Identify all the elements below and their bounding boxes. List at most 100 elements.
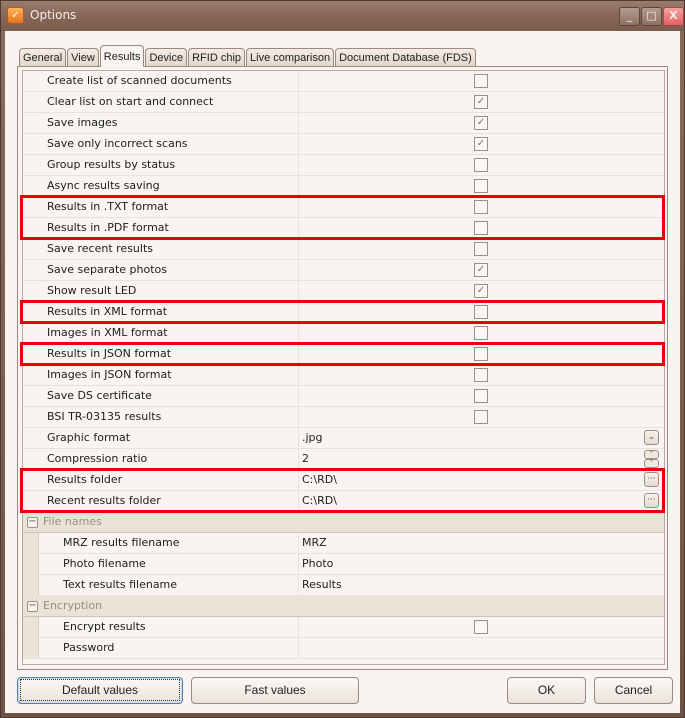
- spin-up-icon[interactable]: ˄: [644, 450, 659, 459]
- property-value-cell[interactable]: [299, 617, 664, 637]
- category-file-names[interactable]: − File names: [23, 512, 664, 533]
- browse-ellipsis-icon[interactable]: ···: [644, 472, 659, 487]
- checkbox[interactable]: [474, 242, 488, 256]
- row-gutter: [23, 617, 39, 637]
- title-bar[interactable]: ✓ Options _ □ X: [1, 1, 684, 31]
- property-row-async-results-saving[interactable]: Async results saving: [23, 176, 664, 197]
- property-row-save-recent-results[interactable]: Save recent results: [23, 239, 664, 260]
- checkbox[interactable]: [474, 179, 488, 193]
- browse-ellipsis-icon[interactable]: ···: [644, 493, 659, 508]
- checkbox[interactable]: [474, 221, 488, 235]
- close-button[interactable]: X: [663, 7, 684, 26]
- property-value-cell[interactable]: 2 ˄ ˅: [299, 449, 664, 469]
- collapse-icon[interactable]: −: [27, 516, 38, 528]
- property-value-cell[interactable]: ✓: [299, 260, 664, 280]
- property-row-password[interactable]: Password: [23, 638, 664, 659]
- tab-general[interactable]: General: [19, 48, 67, 67]
- property-value-cell[interactable]: C:\RD\ ···: [299, 491, 664, 511]
- row-gutter: [23, 239, 31, 259]
- checkbox[interactable]: [474, 389, 488, 403]
- property-row-text-results-filename[interactable]: Text results filename Results: [23, 575, 664, 596]
- tab-rfid-chip[interactable]: RFID chip: [188, 48, 246, 67]
- property-row-recent-results-folder[interactable]: Recent results folder C:\RD\ ···: [23, 491, 664, 512]
- checkbox[interactable]: ✓: [474, 95, 488, 109]
- property-value-cell[interactable]: [299, 344, 664, 364]
- property-value-cell[interactable]: ✓: [299, 113, 664, 133]
- property-row-create-list-of-scanned-documents[interactable]: Create list of scanned documents: [23, 71, 664, 92]
- property-value-cell[interactable]: [299, 155, 664, 175]
- tab-document-database[interactable]: Document Database (FDS): [335, 48, 476, 67]
- property-value-cell[interactable]: .jpg ⌄: [299, 428, 664, 448]
- checkbox[interactable]: ✓: [474, 137, 488, 151]
- property-value-cell[interactable]: [299, 407, 664, 427]
- checkbox[interactable]: [474, 410, 488, 424]
- property-row-compression-ratio[interactable]: Compression ratio 2 ˄ ˅: [23, 449, 664, 470]
- property-row-photo-filename[interactable]: Photo filename Photo: [23, 554, 664, 575]
- chevron-down-icon[interactable]: ⌄: [644, 430, 659, 445]
- checkbox[interactable]: [474, 74, 488, 88]
- property-row-results-in-json-format[interactable]: Results in JSON format: [23, 344, 664, 365]
- checkbox[interactable]: ✓: [474, 263, 488, 277]
- minimize-button[interactable]: _: [619, 7, 640, 26]
- property-row-group-results-by-status[interactable]: Group results by status: [23, 155, 664, 176]
- checkbox[interactable]: [474, 305, 488, 319]
- property-value-cell[interactable]: [299, 197, 664, 217]
- maximize-button[interactable]: □: [641, 7, 662, 26]
- collapse-icon[interactable]: −: [27, 600, 38, 612]
- property-row-save-images[interactable]: Save images ✓: [23, 113, 664, 134]
- property-value-cell[interactable]: Results: [299, 575, 664, 595]
- property-row-save-separate-photos[interactable]: Save separate photos ✓: [23, 260, 664, 281]
- property-value-cell[interactable]: [299, 638, 664, 658]
- property-row-images-in-json-format[interactable]: Images in JSON format: [23, 365, 664, 386]
- property-value-cell[interactable]: C:\RD\ ···: [299, 470, 664, 490]
- property-value-cell[interactable]: [299, 239, 664, 259]
- cancel-button[interactable]: Cancel: [594, 677, 673, 704]
- tab-results[interactable]: Results: [99, 45, 145, 67]
- default-values-button[interactable]: Default values: [17, 677, 183, 704]
- tab-view[interactable]: View: [67, 48, 99, 67]
- checkbox[interactable]: ✓: [474, 116, 488, 130]
- property-value-cell[interactable]: MRZ: [299, 533, 664, 553]
- property-value-cell[interactable]: [299, 323, 664, 343]
- property-value-cell[interactable]: [299, 386, 664, 406]
- property-row-images-in-xml-format[interactable]: Images in XML format: [23, 323, 664, 344]
- tab-live-comparison[interactable]: Live comparison: [246, 48, 335, 67]
- category-encryption[interactable]: − Encryption: [23, 596, 664, 617]
- property-label: Encrypt results: [39, 617, 299, 637]
- property-row-save-ds-certificate[interactable]: Save DS certificate: [23, 386, 664, 407]
- property-value-cell[interactable]: ✓: [299, 281, 664, 301]
- property-row-clear-list-on-start-and-connect[interactable]: Clear list on start and connect ✓: [23, 92, 664, 113]
- property-row-encrypt-results[interactable]: Encrypt results: [23, 617, 664, 638]
- property-value-cell[interactable]: [299, 365, 664, 385]
- property-row-results-in-txt-format[interactable]: Results in .TXT format: [23, 197, 664, 218]
- fast-values-button[interactable]: Fast values: [191, 677, 359, 704]
- property-value-cell[interactable]: ✓: [299, 92, 664, 112]
- property-row-results-folder[interactable]: Results folder C:\RD\ ···: [23, 470, 664, 491]
- property-value-cell[interactable]: Photo: [299, 554, 664, 574]
- tab-strip: General View Results Device RFID chip Li…: [19, 45, 477, 67]
- property-value-cell[interactable]: [299, 176, 664, 196]
- property-row-save-only-incorrect-scans[interactable]: Save only incorrect scans ✓: [23, 134, 664, 155]
- row-gutter: [23, 407, 31, 427]
- tab-device[interactable]: Device: [145, 48, 188, 67]
- spinner-buttons[interactable]: ˄ ˅: [644, 450, 659, 468]
- checkbox[interactable]: [474, 347, 488, 361]
- property-value-cell[interactable]: ✓: [299, 134, 664, 154]
- checkbox[interactable]: [474, 368, 488, 382]
- checkbox[interactable]: [474, 326, 488, 340]
- property-row-show-result-led[interactable]: Show result LED ✓: [23, 281, 664, 302]
- checkbox[interactable]: [474, 620, 488, 634]
- checkbox[interactable]: [474, 158, 488, 172]
- property-value-cell[interactable]: [299, 302, 664, 322]
- property-row-mrz-results-filename[interactable]: MRZ results filename MRZ: [23, 533, 664, 554]
- checkbox[interactable]: [474, 200, 488, 214]
- property-row-graphic-format[interactable]: Graphic format .jpg ⌄: [23, 428, 664, 449]
- property-value-cell[interactable]: [299, 71, 664, 91]
- property-row-results-in-pdf-format[interactable]: Results in .PDF format: [23, 218, 664, 239]
- spin-down-icon[interactable]: ˅: [644, 459, 659, 468]
- property-value-cell[interactable]: [299, 218, 664, 238]
- ok-button[interactable]: OK: [507, 677, 586, 704]
- property-row-bsi-tr-03135-results[interactable]: BSI TR-03135 results: [23, 407, 664, 428]
- property-row-results-in-xml-format[interactable]: Results in XML format: [23, 302, 664, 323]
- checkbox[interactable]: ✓: [474, 284, 488, 298]
